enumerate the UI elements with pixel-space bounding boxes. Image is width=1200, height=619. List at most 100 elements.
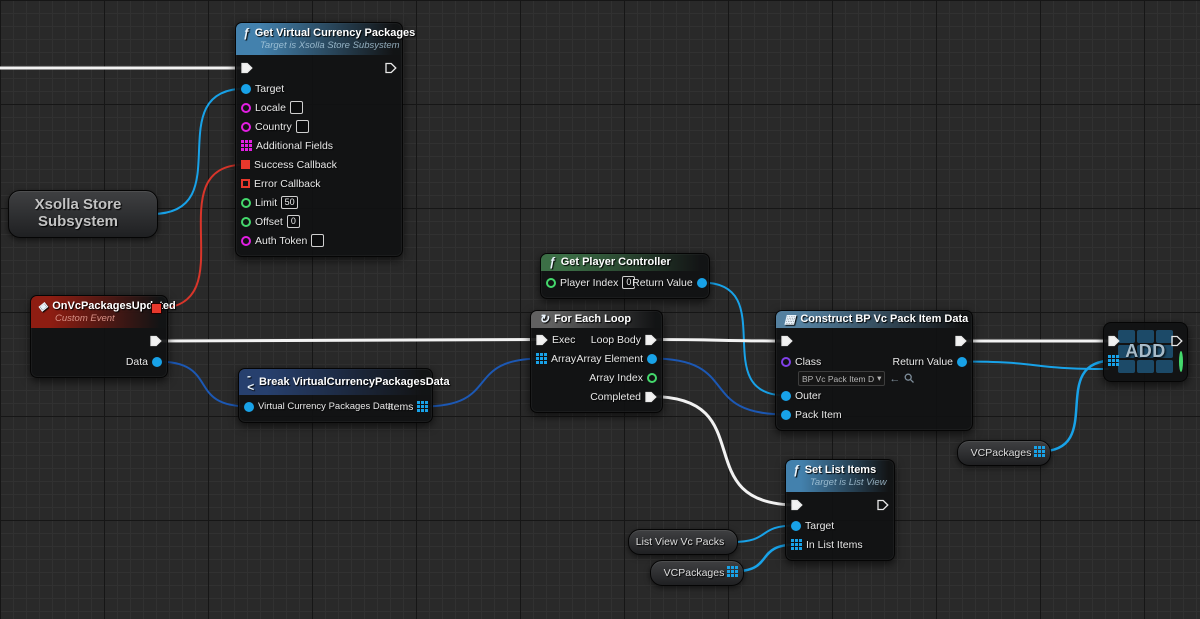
node-header[interactable]: ƒGet Player Controller [541,254,709,271]
node-header[interactable]: ▦ Construct BP Vc Pack Item Data [776,311,972,328]
magenta-pin[interactable] [241,122,251,132]
variable-label: List View Vc Packs [626,536,741,548]
array-pin[interactable] [791,539,802,550]
green-pin[interactable] [241,198,251,208]
exec-in-pin[interactable] [1108,335,1120,347]
pin-label: Target [255,83,284,95]
wire-xsolla-out-to-gvcp-target[interactable] [152,89,246,215]
node-sli[interactable]: ƒSet List ItemsTarget is List ViewTarget… [785,459,895,561]
pin-label: Outer [795,390,821,402]
green-pin[interactable] [546,278,556,288]
wire-onvc-delegate-to-gvcp-success[interactable] [157,165,246,309]
node-subtitle: Target is Xsolla Store Subsystem [260,40,394,51]
exec-out-pin[interactable] [1171,335,1183,347]
node-title: Construct BP Vc Pack Item Data [800,313,968,326]
node-header[interactable]: ◈OnVcPackagesUpdatedCustom Event [31,296,167,328]
blue-pin[interactable] [791,521,801,531]
pin-label: Locale [255,102,286,114]
exec-out-pin[interactable] [385,62,397,74]
pin-label: Array Element [576,353,643,365]
class-dropdown[interactable]: BP Vc Pack Item D▾ [798,371,885,386]
exec-out-pin[interactable] [955,335,967,347]
array-pin[interactable] [1108,355,1119,366]
blue-pin[interactable] [152,357,162,367]
node-fel[interactable]: ↻For Each LoopExecLoop BodyArrayArray El… [530,310,663,413]
exec-in-pin[interactable] [791,499,803,511]
green-pin[interactable] [647,373,657,383]
blue-pin[interactable] [647,354,657,364]
magenta-pin[interactable] [241,103,251,113]
wire-onvc-data-to-brk-in[interactable] [157,362,249,407]
blue-pin[interactable] [697,278,707,288]
pin-label: Array [551,353,576,365]
array-pin[interactable] [417,401,428,412]
pin-group [781,335,793,347]
blue-pin[interactable] [781,391,791,401]
node-gpc[interactable]: ƒGet Player ControllerPlayer Index0Retur… [540,253,710,299]
node-lv[interactable]: List View Vc Packs [628,529,738,555]
pin-group: Auth Token [241,234,324,247]
wire-onvc-exec_out-to-fel-exec_in[interactable] [156,340,542,342]
blue-pin[interactable] [244,402,254,412]
pin-label: Class [795,356,821,368]
purple-pin[interactable] [781,357,791,367]
node-title: For Each Loop [554,313,631,326]
node-header[interactable]: ↻For Each Loop [531,311,662,328]
blue-pin[interactable] [781,410,791,420]
use-selected-icon[interactable]: ← [889,374,900,384]
magenta-pin[interactable] [241,236,251,246]
delegate-pin[interactable] [241,179,250,188]
pin-value-box[interactable]: 0 [287,215,300,228]
exec-out-pin[interactable] [645,391,657,403]
green-pin[interactable] [241,217,251,227]
array-pin[interactable] [536,353,547,364]
pin-label: Success Callback [254,159,337,171]
exec-out-pin[interactable] [877,499,889,511]
browse-icon[interactable] [904,373,915,384]
array-pin[interactable] [1034,446,1045,457]
node-gvcp[interactable]: ƒGet Virtual Currency PackagesTarget is … [235,22,403,257]
pin-row: Completed [531,387,662,406]
pin-row: Outer [776,386,972,405]
pin-empty-box[interactable] [296,120,309,133]
node-vcpr[interactable]: VCPackages [957,440,1051,466]
pin-group [150,335,162,347]
node-onvc[interactable]: ◈OnVcPackagesUpdatedCustom EventData [30,295,168,378]
node-xsolla[interactable]: Xsolla Store Subsystem [8,190,158,238]
construct-icon: ▦ [784,314,795,325]
pin-group: Completed [590,391,657,403]
pin-value-box[interactable]: 50 [281,196,298,209]
wire-fel-element-to-cns-packitem[interactable] [652,359,786,415]
node-header[interactable]: ƒSet List ItemsTarget is List View [786,460,894,492]
pin-label: In List Items [806,539,863,551]
pin-empty-box[interactable] [311,234,324,247]
node-vcpb[interactable]: VCPackages [650,560,744,586]
exec-in-pin[interactable] [241,62,253,74]
blue-pin[interactable] [957,357,967,367]
pin-row: Country [236,117,402,136]
node-header[interactable]: -<Break VirtualCurrencyPackagesData [239,369,432,395]
exec-out-pin[interactable] [645,334,657,346]
green-pin[interactable] [1179,351,1183,372]
pin-row: Locale [236,98,402,117]
blue-pin[interactable] [241,84,251,94]
pin-group: Error Callback [241,178,321,190]
wire-fel-loopbody-to-cns-exec_in[interactable] [651,340,787,342]
node-cns[interactable]: ▦Construct BP Vc Pack Item DataClassRetu… [775,310,973,431]
array-pin[interactable] [241,140,252,151]
blueprint-canvas[interactable]: ƒGet Virtual Currency PackagesTarget is … [0,0,1200,619]
delegate-pin[interactable] [241,160,250,169]
exec-out-pin[interactable] [150,335,162,347]
array-pin[interactable] [727,566,738,577]
pin-label: Loop Body [591,334,641,346]
exec-in-pin[interactable] [536,334,548,346]
node-header[interactable]: ƒGet Virtual Currency PackagesTarget is … [236,23,402,55]
delegate-pin[interactable] [151,303,162,314]
wire-cns-ret-to-add-elem[interactable] [962,362,1108,370]
exec-in-pin[interactable] [781,335,793,347]
node-brk[interactable]: -<Break VirtualCurrencyPackagesDataVirtu… [238,368,433,423]
pin-empty-box[interactable] [290,101,303,114]
node-add[interactable]: ADD [1103,322,1188,382]
pin-row: Error Callback [236,174,402,193]
pin-group: Loop Body [591,334,657,346]
